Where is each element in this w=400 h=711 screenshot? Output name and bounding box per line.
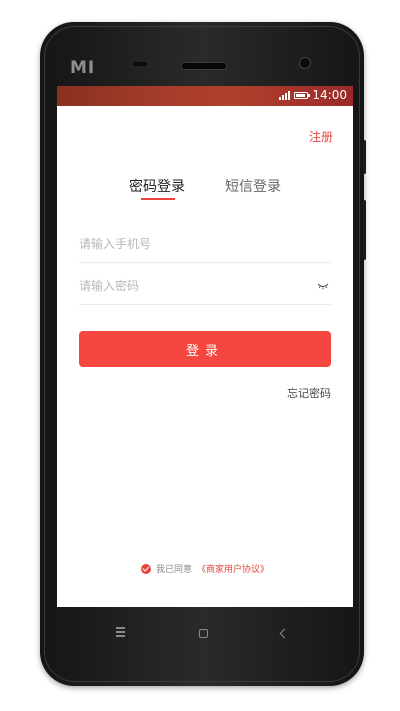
- brand-logo: MI: [70, 58, 96, 78]
- volume-button: [363, 200, 366, 260]
- menu-icon[interactable]: [116, 627, 126, 639]
- password-input[interactable]: [79, 276, 309, 296]
- status-indicators: 14:00: [279, 88, 347, 102]
- status-time: 14:00: [312, 88, 347, 102]
- tab-sms-login[interactable]: 短信登录: [225, 176, 281, 196]
- agreement-row: 我已同意 《商家用户协议》: [57, 562, 353, 575]
- status-bar: 14:00: [57, 86, 353, 106]
- screen: 14:00 注册 密码登录 短信登录 登录 忘记密码 我已同意 《商家用户协议》: [57, 86, 353, 607]
- battery-icon: [294, 91, 311, 99]
- phone-field: [79, 226, 331, 263]
- agreement-link[interactable]: 《商家用户协议》: [197, 562, 269, 575]
- front-camera: [299, 57, 311, 69]
- login-button[interactable]: 登录: [79, 331, 331, 367]
- check-circle-icon[interactable]: [140, 563, 151, 574]
- agreement-text: 我已同意: [155, 565, 192, 575]
- power-button: [363, 140, 366, 174]
- login-tabs: 密码登录 短信登录: [57, 176, 353, 206]
- register-link[interactable]: 注册: [309, 128, 333, 145]
- forgot-password-link[interactable]: 忘记密码: [287, 385, 331, 401]
- password-field: [79, 268, 331, 305]
- signal-icon: [279, 90, 291, 100]
- active-tab-indicator: [141, 198, 175, 200]
- proximity-sensor: [133, 62, 147, 66]
- eye-closed-icon[interactable]: [317, 282, 329, 290]
- phone-input[interactable]: [79, 234, 309, 254]
- home-icon[interactable]: [199, 629, 208, 638]
- earpiece-speaker: [181, 62, 227, 70]
- tab-password-login[interactable]: 密码登录: [129, 176, 185, 196]
